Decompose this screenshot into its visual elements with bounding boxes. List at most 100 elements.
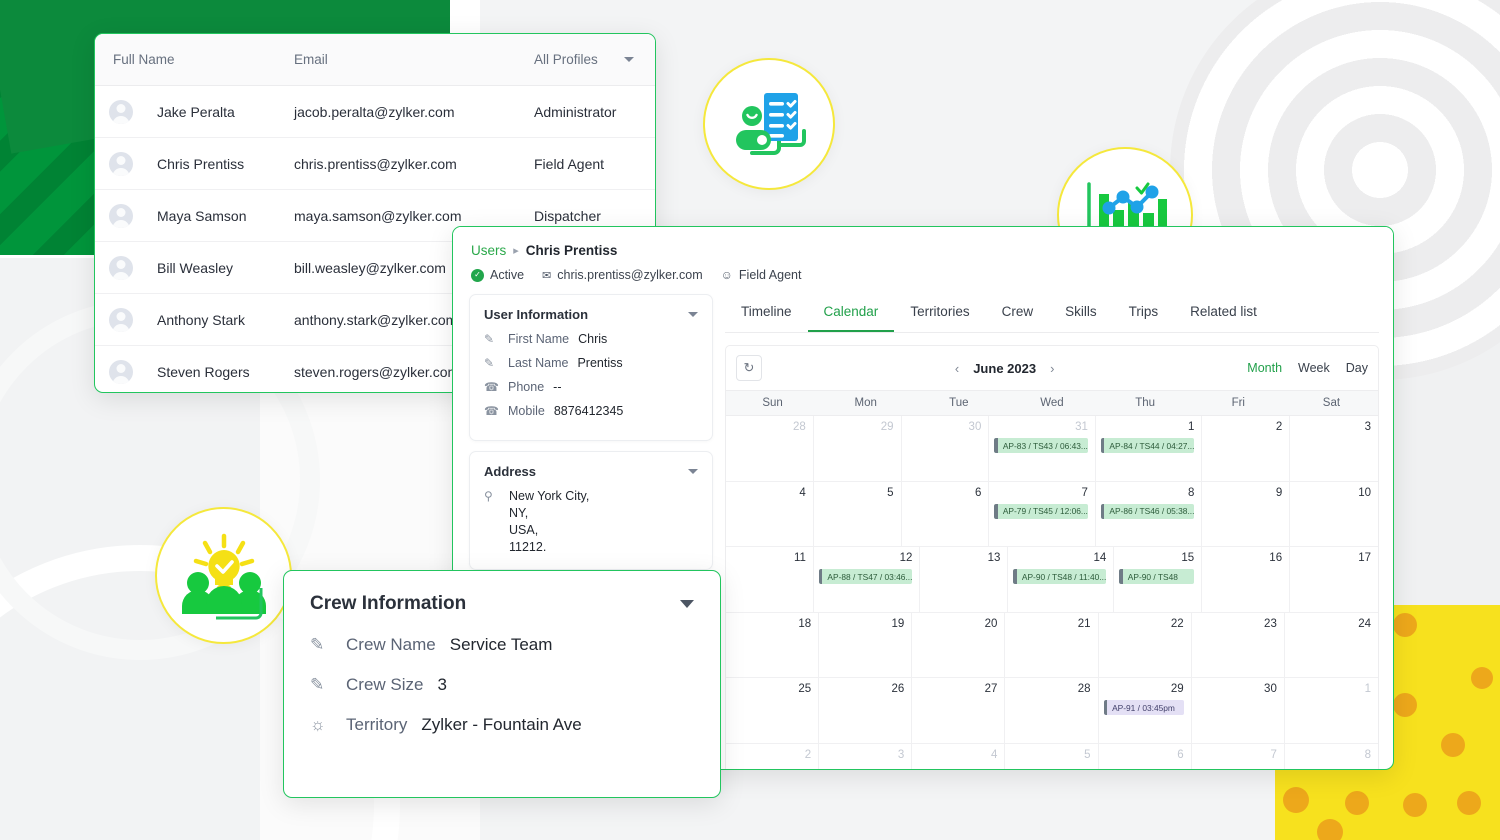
tab-timeline[interactable]: Timeline: [725, 294, 808, 332]
info-field[interactable]: ✎ First Name Chris: [484, 332, 698, 346]
collapse-chevron-icon[interactable]: [680, 600, 694, 608]
calendar-day-cell[interactable]: 30: [1192, 678, 1285, 743]
calendar-title-group: ‹ June 2023 ›: [762, 361, 1247, 376]
calendar-day-cell[interactable]: 13: [920, 547, 1009, 612]
crew-information-card: Crew Information ✎ Crew Name Service Team ✎…: [283, 570, 721, 798]
calendar-day-cell[interactable]: 19: [819, 612, 913, 677]
calendar-day-cell[interactable]: 29: [814, 416, 902, 481]
calendar-week-row: 2 3 4 5 6 7 8: [726, 743, 1378, 770]
info-field[interactable]: ✎ Last Name Prentiss: [484, 356, 698, 370]
calendar-day-cell[interactable]: 24: [1285, 613, 1378, 678]
crew-field[interactable]: ☼ Territory Zylker - Fountain Ave: [310, 715, 694, 735]
calendar-day-cell[interactable]: 3: [819, 743, 913, 769]
next-month-button[interactable]: ›: [1050, 361, 1054, 376]
calendar-day-cell[interactable]: 31 AP-83 / TS43 / 06:43...: [989, 416, 1096, 481]
avatar: [109, 99, 133, 124]
day-number: 6: [974, 486, 982, 499]
info-field[interactable]: ☎ Phone --: [484, 380, 698, 394]
detail-role: ☺ Field Agent: [721, 268, 802, 282]
calendar-day-cell[interactable]: 30: [902, 416, 990, 481]
calendar-day-cell[interactable]: 6: [902, 481, 990, 546]
calendar-day-cell[interactable]: 4: [726, 481, 814, 546]
weekday-label: Mon: [854, 397, 877, 409]
collapse-chevron-icon[interactable]: [688, 469, 698, 474]
day-number: 30: [1264, 683, 1277, 695]
calendar-event[interactable]: AP-84 / TS44 / 04:27...: [1100, 438, 1195, 453]
table-row[interactable]: Chris Prentiss chris.prentiss@zylker.com F…: [95, 138, 655, 190]
tab-skills[interactable]: Skills: [1049, 294, 1113, 332]
user-profile: Dispatcher: [534, 207, 601, 224]
calendar-day-cell[interactable]: 8 AP-86 / TS46 / 05:38...: [1096, 481, 1203, 546]
calendar-event[interactable]: AP-79 / TS45 / 12:06...: [994, 503, 1088, 519]
calendar-day-cell[interactable]: 11: [726, 547, 814, 612]
calendar-week-row: 28 29 30 31 AP-83 / TS43 / 06:43... 1 AP-84 / …: [726, 416, 1378, 482]
calendar-day-cell[interactable]: 9: [1202, 481, 1291, 546]
day-number: 3: [897, 748, 905, 761]
detail-header: Users ▸ Chris Prentiss ✓ Active ✉ chris.…: [453, 227, 1393, 294]
calendar-day-cell[interactable]: 22: [1099, 612, 1192, 677]
calendar-day-cell[interactable]: 5: [814, 481, 902, 546]
calendar-day-cell[interactable]: 16: [1202, 547, 1291, 612]
calendar-day-cell[interactable]: 6: [1099, 743, 1192, 769]
calendar-view-month[interactable]: Month: [1247, 361, 1282, 375]
calendar-week-row: 4 5 6 7 AP-79 / TS45 / 12:06... 8 AP-86 / TS46…: [726, 481, 1378, 547]
calendar-day-cell[interactable]: 17: [1290, 547, 1378, 612]
avatar: [109, 360, 133, 384]
tab-territories[interactable]: Territories: [894, 294, 985, 332]
collapse-chevron-icon[interactable]: [688, 312, 698, 317]
calendar-day-cell[interactable]: 23: [1192, 612, 1285, 677]
calendar-day-cell[interactable]: 7 AP-79 / TS45 / 12:06...: [989, 481, 1096, 546]
calendar-day-cell[interactable]: 1: [1285, 678, 1378, 743]
day-number: 12: [899, 552, 913, 564]
tab-trips[interactable]: Trips: [1113, 294, 1175, 332]
calendar-event[interactable]: AP-83 / TS43 / 06:43...: [994, 438, 1088, 453]
weekday-label: Fri: [1231, 397, 1245, 409]
day-number: 27: [984, 683, 998, 695]
field-value: --: [553, 380, 562, 394]
user-information-title: User Information: [484, 307, 589, 322]
calendar-day-cell[interactable]: 26: [819, 678, 913, 743]
day-number: 7: [1081, 486, 1088, 499]
tab-related-list[interactable]: Related list: [1174, 294, 1273, 332]
calendar-day-cell[interactable]: 7: [1192, 743, 1285, 769]
tab-calendar[interactable]: Calendar: [807, 294, 895, 332]
calendar-day-cell[interactable]: 14 AP-90 / TS48 / 11:40...: [1008, 547, 1115, 612]
calendar-event[interactable]: AP-90 / TS48: [1119, 569, 1195, 584]
calendar-event[interactable]: AP-86 / TS46 / 05:38...: [1100, 503, 1195, 519]
tab-crew[interactable]: Crew: [986, 294, 1050, 332]
calendar-event[interactable]: AP-91 / 03:45pm: [1103, 700, 1184, 715]
calendar-day-cell[interactable]: 20: [912, 612, 1006, 677]
calendar-day-cell[interactable]: 1 AP-84 / TS44 / 04:27...: [1096, 416, 1203, 481]
refresh-button[interactable]: ↻: [736, 355, 762, 381]
calendar-day-cell[interactable]: 3: [1290, 416, 1378, 481]
calendar-day-cell[interactable]: 8: [1285, 744, 1378, 770]
day-number: 10: [1358, 486, 1371, 499]
calendar-day-cell[interactable]: 12 AP-88 / TS47 / 03:46...: [814, 547, 921, 612]
calendar-day-cell[interactable]: 29 AP-91 / 03:45pm: [1099, 678, 1192, 743]
calendar-day-cell[interactable]: 27: [912, 678, 1006, 743]
calendar-day-cell[interactable]: 18: [726, 612, 820, 677]
calendar-day-cell[interactable]: 28: [726, 416, 814, 481]
calendar-day-cell[interactable]: 15 AP-90 / TS48: [1114, 547, 1203, 612]
calendar-event[interactable]: AP-90 / TS48 / 11:40...: [1013, 569, 1107, 584]
calendar-view-day[interactable]: Day: [1346, 361, 1368, 375]
address-header: Address: [484, 464, 698, 479]
calendar-day-cell[interactable]: 4: [912, 743, 1006, 769]
profile-filter-dropdown[interactable]: All Profiles: [534, 52, 634, 67]
table-row[interactable]: Jake Peralta jacob.peralta@zylker.com Admi…: [95, 86, 655, 138]
calendar-day-cell[interactable]: 21: [1005, 612, 1099, 677]
prev-month-button[interactable]: ‹: [955, 361, 959, 376]
calendar-day-cell[interactable]: 10: [1290, 482, 1378, 547]
calendar-day-cell[interactable]: 2: [726, 743, 820, 769]
calendar-event[interactable]: AP-88 / TS47 / 03:46...: [818, 569, 913, 584]
calendar-day-cell[interactable]: 25: [726, 678, 820, 743]
breadcrumb-users-link[interactable]: Users: [471, 243, 506, 258]
info-field[interactable]: ☎ Mobile 8876412345: [484, 404, 698, 418]
crew-field[interactable]: ✎ Crew Size 3: [310, 675, 694, 695]
calendar-day-cell[interactable]: 28: [1005, 678, 1099, 743]
calendar-day-cell[interactable]: 5: [1005, 743, 1099, 769]
crew-field[interactable]: ✎ Crew Name Service Team: [310, 635, 694, 655]
edit-note-icon: ✎: [310, 635, 325, 654]
calendar-day-cell[interactable]: 2: [1202, 416, 1291, 481]
calendar-view-week[interactable]: Week: [1298, 361, 1330, 375]
